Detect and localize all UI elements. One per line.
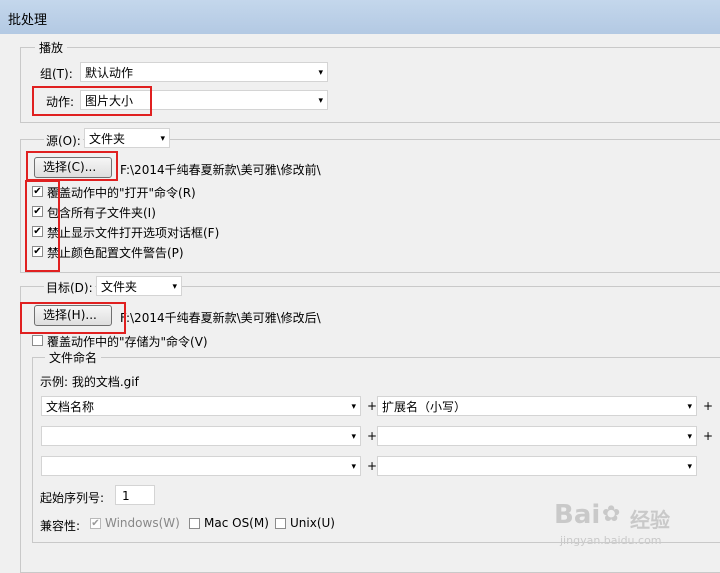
plus-sign: + (367, 459, 378, 473)
destination-select-value: 文件夹 (101, 280, 138, 294)
chevron-down-icon: ▾ (687, 432, 692, 442)
group-select[interactable]: 默认动作 ▾ (80, 62, 328, 82)
plus-sign: + (367, 429, 378, 443)
mac-os-checkbox[interactable] (189, 518, 200, 529)
naming-example: 示例: 我的文档.gif (40, 375, 139, 389)
chevron-down-icon: ▾ (318, 68, 323, 78)
include-subfolders-label: 包含所有子文件夹(I) (47, 206, 156, 220)
highlight-checkboxes (25, 180, 60, 272)
destination-label: 目标(D): (44, 279, 95, 296)
override-save-label: 覆盖动作中的"存储为"命令(V) (47, 335, 208, 349)
watermark-brand: Bai (554, 500, 601, 530)
override-open-label: 覆盖动作中的"打开"命令(R) (47, 186, 196, 200)
title-bar: 批处理 (0, 0, 720, 35)
unix-checkbox[interactable] (275, 518, 286, 529)
naming-field-2[interactable]: 扩展名（小写） ▾ (377, 396, 697, 416)
naming-field-2-value: 扩展名（小写） (382, 400, 467, 414)
destination-path: F:\2014千纯春夏新款\美可雅\修改后\ (120, 311, 321, 325)
windows-label: Windows(W) (105, 516, 180, 530)
suppress-color-warning-label: 禁止颜色配置文件警告(P) (47, 246, 184, 260)
naming-field-3[interactable]: ▾ (41, 426, 361, 446)
naming-field-4[interactable]: ▾ (377, 426, 697, 446)
highlight-destination-button (20, 302, 126, 334)
naming-field-1-value: 文档名称 (46, 400, 95, 414)
highlight-action (32, 86, 152, 116)
group-select-value: 默认动作 (85, 66, 134, 80)
plus-sign: + (703, 429, 714, 443)
naming-field-6[interactable]: ▾ (377, 456, 697, 476)
paw-icon: ✿ (602, 502, 621, 527)
source-select[interactable]: 文件夹 ▾ (84, 128, 170, 148)
watermark-brand-cn: 经验 (630, 508, 670, 532)
chevron-down-icon: ▾ (687, 402, 692, 412)
windows-checkbox[interactable]: ✔ (90, 518, 101, 529)
serial-input[interactable]: 1 (115, 485, 155, 505)
highlight-source-button (26, 151, 118, 181)
source-select-value: 文件夹 (89, 132, 126, 146)
override-save-checkbox[interactable] (32, 335, 43, 346)
mac-os-label: Mac OS(M) (204, 516, 269, 530)
plus-sign: + (703, 399, 714, 413)
source-path: F:\2014千纯春夏新款\美可雅\修改前\ (120, 163, 321, 177)
chevron-down-icon: ▾ (351, 402, 356, 412)
watermark-url: jingyan.baidu.com (560, 534, 662, 547)
chevron-down-icon: ▾ (351, 462, 356, 472)
suppress-open-options-label: 禁止显示文件打开选项对话框(F) (47, 226, 220, 240)
unix-label: Unix(U) (290, 516, 335, 530)
compat-label: 兼容性: (40, 519, 81, 533)
file-naming-legend: 文件命名 (45, 349, 102, 366)
batch-dialog: 播放 组(T): 默认动作 ▾ 动作: 图片大小 ▾ 源(O): 文件夹 ▾ 选… (0, 34, 720, 573)
group-label: 组(T): (40, 67, 73, 81)
play-legend: 播放 (35, 39, 68, 56)
chevron-down-icon: ▾ (687, 462, 692, 472)
chevron-down-icon: ▾ (172, 282, 177, 292)
destination-select[interactable]: 文件夹 ▾ (96, 276, 182, 296)
chevron-down-icon: ▾ (160, 134, 165, 144)
plus-sign: + (367, 399, 378, 413)
serial-label: 起始序列号: (40, 491, 105, 505)
chevron-down-icon: ▾ (318, 96, 323, 106)
chevron-down-icon: ▾ (351, 432, 356, 442)
naming-field-1[interactable]: 文档名称 ▾ (41, 396, 361, 416)
naming-field-5[interactable]: ▾ (41, 456, 361, 476)
window-title: 批处理 (8, 13, 48, 28)
source-label: 源(O): (44, 132, 83, 149)
